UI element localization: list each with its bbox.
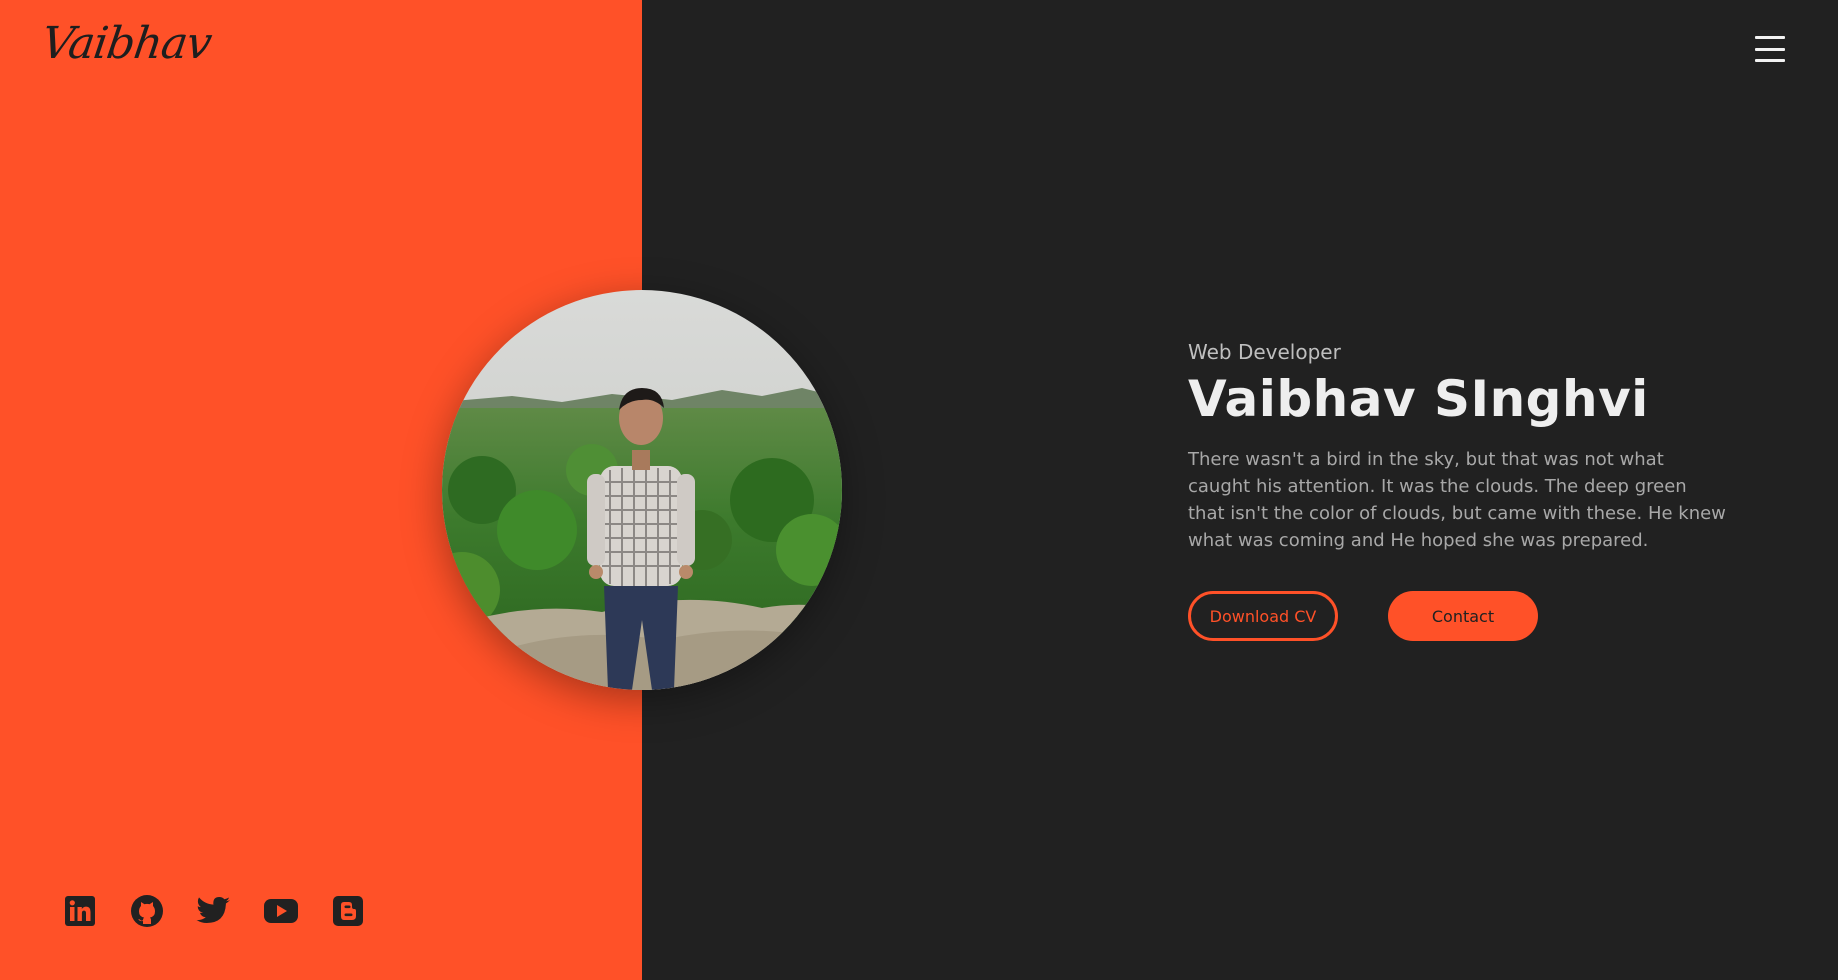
github-icon[interactable] [129, 894, 165, 928]
download-cv-button[interactable]: Download CV [1188, 591, 1338, 641]
hero-name: Vaibhav SInghvi [1188, 370, 1649, 428]
hero-role: Web Developer [1188, 340, 1341, 364]
linkedin-icon[interactable] [62, 894, 98, 928]
blogger-icon[interactable] [330, 894, 366, 928]
twitter-icon[interactable] [196, 894, 232, 928]
profile-photo [442, 290, 842, 690]
social-links [62, 894, 366, 928]
hero-bio: There wasn't a bird in the sky, but that… [1188, 449, 1726, 551]
youtube-icon[interactable] [263, 894, 299, 928]
hamburger-menu-icon[interactable] [1752, 36, 1788, 62]
contact-button[interactable]: Contact [1388, 591, 1538, 641]
hero-section: Web Developer Vaibhav SInghvi There wasn… [1188, 340, 1748, 554]
site-logo[interactable]: Vaibhav [38, 18, 214, 69]
